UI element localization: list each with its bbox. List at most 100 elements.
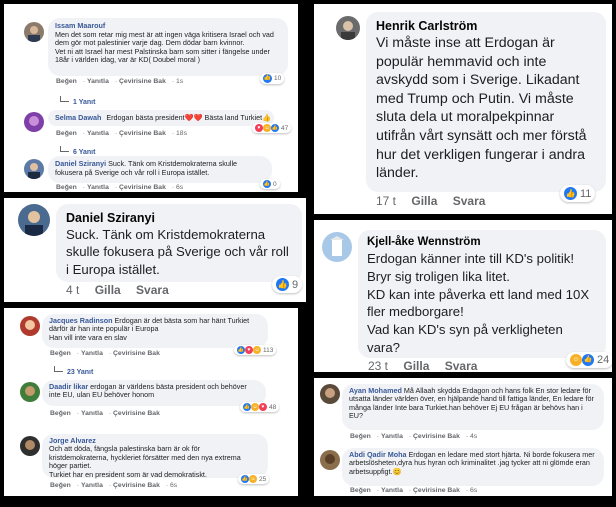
comment-bubble: Henrik Carlström Vi måste inse att Erdog… (366, 12, 606, 192)
haha-reaction-icon: ☺ (249, 475, 257, 483)
like-reaction-icon: 👍 (271, 124, 279, 132)
comment-bubble: Jorge Alvarez Och att döda, fängsla pale… (42, 434, 268, 478)
comment-panel-1: Issam Maarouf Men det som retar mig mest… (4, 4, 298, 192)
like-link[interactable]: Gilla (95, 283, 121, 297)
like-link[interactable]: Beğen (50, 410, 71, 417)
comment-panel-2: Henrik Carlström Vi måste inse att Erdog… (314, 4, 612, 214)
comment-actions: Beğen · Yanıtla · Çevirisine Bak · 1s (56, 78, 184, 85)
commenter-name[interactable]: Selma Dawah (55, 113, 101, 122)
commenter-name[interactable]: Kjell-åke Wennström (367, 235, 597, 250)
reply-link[interactable]: Yanıtla (87, 130, 109, 137)
avatar[interactable] (20, 382, 40, 402)
reply-link[interactable]: Svara (136, 283, 169, 297)
comment-panel-3: Daniel Sziranyi Suck. Tänk om Kristdemok… (4, 198, 306, 302)
avatar[interactable] (336, 16, 360, 40)
timestamp: 6s (170, 482, 178, 489)
replies-link[interactable]: 1 Yanıt (60, 96, 95, 106)
translate-link[interactable]: Çevirisine Bak (413, 433, 460, 440)
timestamp: 23 t (368, 359, 389, 372)
reply-link[interactable]: Yanıtla (81, 410, 103, 417)
timestamp: 4 t (66, 283, 80, 297)
reaction-count[interactable]: 👍 9 (272, 276, 303, 293)
comment-bubble: Daniel Sziranyi Suck. Tänk om Kristdemok… (48, 156, 272, 183)
reply-link[interactable]: Yanıtla (381, 433, 403, 440)
reaction-count[interactable]: 👍 10 (260, 73, 285, 84)
like-reaction-icon: 👍 (263, 180, 271, 188)
avatar[interactable] (20, 316, 40, 336)
like-link[interactable]: Gilla (403, 359, 429, 372)
like-link[interactable]: Beğen (56, 130, 77, 137)
comment-actions: Beğen · Yanıtla · Çevirisine Bak · 6s (350, 487, 478, 494)
avatar[interactable] (320, 450, 340, 470)
reply-link[interactable]: Yanıtla (87, 78, 109, 85)
reply-link[interactable]: Svara (453, 194, 486, 208)
comment-text: Och att döda, fängsla palestinska barn ä… (49, 444, 241, 479)
replies-link[interactable]: 23 Yanıt (54, 366, 93, 376)
commenter-name[interactable]: Daniel Sziranyi (66, 210, 292, 226)
like-reaction-icon: 👍 (564, 187, 577, 200)
comment-bubble: Kjell-åke Wennström Erdogan känner inte … (358, 230, 606, 358)
reply-link[interactable]: Yanıtla (87, 184, 109, 191)
reaction-count[interactable]: 👍 0 (260, 179, 280, 189)
replies-link[interactable]: 6 Yanıt (60, 146, 95, 156)
love-reaction-icon: ♥ (245, 346, 253, 354)
reaction-count[interactable]: 👍 ☺ ♥ 48 (240, 402, 280, 412)
like-link[interactable]: Beğen (56, 184, 77, 191)
avatar[interactable] (24, 112, 44, 132)
love-reaction-icon: ♥ (259, 403, 267, 411)
translate-link[interactable]: Çevirisine Bak (113, 410, 160, 417)
reply-arrow-icon (54, 366, 63, 372)
reply-link[interactable]: Yanıtla (381, 487, 403, 494)
like-reaction-icon: 👍 (237, 346, 245, 354)
timestamp: 17 t (376, 194, 397, 208)
timestamp: 6s (470, 487, 478, 494)
comment-text: Men det som retar mig mest är att ingen … (55, 29, 274, 65)
like-reaction-icon: 👍 (263, 74, 272, 83)
translate-link[interactable]: Çevirisine Bak (119, 184, 166, 191)
reaction-count[interactable]: 👍 11 (560, 185, 596, 202)
avatar[interactable] (20, 436, 40, 456)
avatar[interactable] (24, 22, 44, 42)
like-link[interactable]: Beğen (350, 433, 371, 440)
translate-link[interactable]: Çevirisine Bak (119, 78, 166, 85)
comment-text: Erdogan känner inte till KD's politik! B… (367, 251, 590, 355)
reply-link[interactable]: Svara (445, 359, 478, 372)
comment-actions: Beğen · Yanıtla · Çevirisine Bak · 18s (56, 130, 187, 137)
like-link[interactable]: Beğen (50, 350, 71, 357)
translate-link[interactable]: Çevirisine Bak (119, 130, 166, 137)
comment-text: Suck. Tänk om Kristdemokraterna skulle f… (66, 227, 289, 277)
like-reaction-icon: 👍 (241, 475, 249, 483)
avatar[interactable] (24, 159, 44, 179)
reply-arrow-icon (60, 146, 69, 152)
comment-actions: Beğen · Yanıtla · Çevirisine Bak · 4s (350, 433, 478, 440)
avatar[interactable] (18, 204, 50, 236)
reaction-count[interactable]: 👍 ♥ ☺ 113 (234, 345, 277, 355)
comment-bubble: Daadir likar erdogan är världens bästa p… (42, 380, 266, 406)
comment-bubble: Issam Maarouf Men det som retar mig mest… (48, 18, 288, 76)
comment-actions: Beğen · Yanıtla · Çevirisine Bak (50, 410, 160, 417)
reply-link[interactable]: Yanıtla (81, 350, 103, 357)
translate-link[interactable]: Çevirisine Bak (413, 487, 460, 494)
commenter-name[interactable]: Henrik Carlström (376, 18, 596, 34)
love-reaction-icon: ♥ (255, 124, 263, 132)
comment-actions: Beğen · Yanıtla · Çevirisine Bak · 6s (56, 184, 184, 191)
like-link[interactable]: Beğen (50, 482, 71, 489)
timestamp: 1s (176, 78, 184, 85)
reaction-count[interactable]: 👍 ☺ 25 (238, 474, 270, 484)
reply-link[interactable]: Yanıtla (81, 482, 103, 489)
avatar[interactable] (322, 232, 352, 262)
reaction-count[interactable]: ♥ ☺ 👍 47 (252, 123, 292, 133)
comment-bubble: Ayan Mohamed Må Allaah skydda Erdagon oc… (342, 384, 604, 430)
like-reaction-icon: 👍 (276, 278, 289, 291)
translate-link[interactable]: Çevirisine Bak (113, 350, 160, 357)
avatar[interactable] (320, 384, 340, 404)
like-link[interactable]: Beğen (56, 78, 77, 85)
reply-arrow-icon (60, 96, 69, 102)
reaction-count[interactable]: ☺ 👍 24 (566, 352, 612, 368)
translate-link[interactable]: Çevirisine Bak (113, 482, 160, 489)
like-reaction-icon: 👍 (243, 403, 251, 411)
comment-panel-5: Jacques Radinson Erdogan är det bästa so… (4, 308, 298, 496)
haha-reaction-icon: ☺ (570, 354, 582, 366)
like-link[interactable]: Beğen (350, 487, 371, 494)
like-link[interactable]: Gilla (411, 194, 437, 208)
